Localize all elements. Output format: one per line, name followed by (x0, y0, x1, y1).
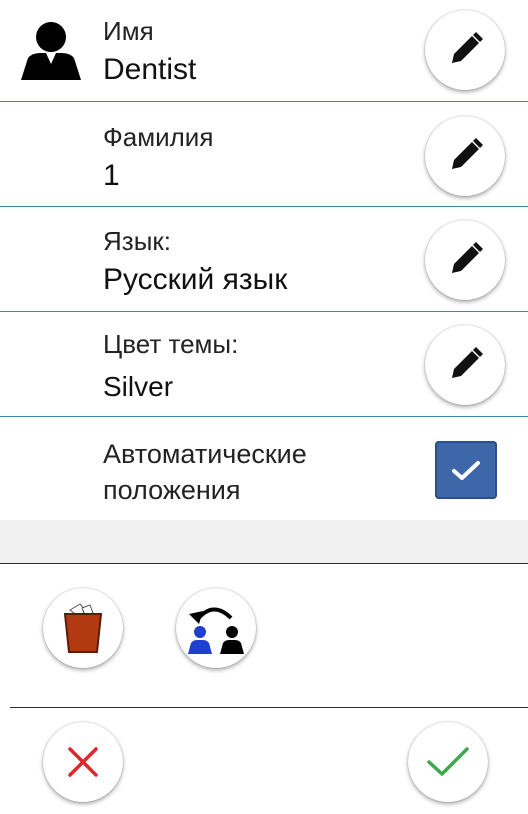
delete-user-button[interactable] (43, 588, 123, 668)
language-value: Русский язык (103, 263, 288, 296)
auto-positions-checkbox[interactable] (435, 441, 497, 499)
check-icon (452, 461, 480, 480)
pencil-icon (452, 138, 483, 169)
first-name-label: Имя (103, 16, 154, 46)
pencil-icon (452, 347, 483, 378)
theme-value: Silver (103, 371, 174, 402)
pencil-icon (452, 242, 483, 273)
last-name-row: Фамилия 1 (0, 102, 528, 207)
confirm-button[interactable] (408, 722, 488, 802)
auto-positions-label-line2: положения (103, 475, 241, 505)
auto-positions-label-line1: Автоматические (103, 439, 307, 469)
edit-first-name-button[interactable] (425, 10, 505, 90)
switch-user-icon (188, 607, 244, 654)
bottom-divider (10, 707, 528, 708)
auto-positions-row: Автоматические положения (0, 417, 528, 521)
language-label: Язык: (103, 226, 171, 256)
theme-row: Цвет темы: Silver (0, 312, 528, 417)
theme-label: Цвет темы: (103, 329, 239, 359)
last-name-label: Фамилия (103, 122, 214, 152)
first-name-row: Имя Dentist (0, 0, 528, 102)
last-name-value: 1 (103, 159, 120, 192)
cancel-button[interactable] (43, 722, 123, 802)
edit-last-name-button[interactable] (425, 116, 505, 196)
language-row: Язык: Русский язык (0, 207, 528, 312)
close-x-icon (68, 747, 98, 777)
check-icon (427, 747, 469, 776)
pencil-icon (452, 32, 483, 63)
edit-theme-button[interactable] (425, 325, 505, 405)
user-avatar-icon (18, 20, 84, 87)
trash-bin-icon (63, 603, 103, 653)
edit-language-button[interactable] (425, 220, 505, 300)
switch-user-button[interactable] (176, 588, 256, 668)
section-separator (0, 520, 528, 564)
first-name-value: Dentist (103, 53, 197, 86)
